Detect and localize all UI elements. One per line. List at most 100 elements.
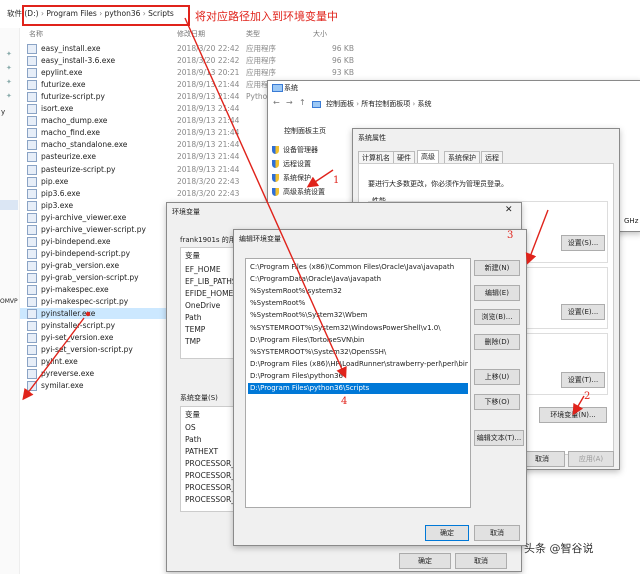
browse-button[interactable]: 浏览(B)... — [474, 309, 520, 325]
list-item[interactable]: PATHEXT — [185, 446, 218, 457]
system-title: 系统 — [284, 84, 298, 92]
file-name: macho_find.exe — [41, 128, 101, 138]
col-type[interactable]: 类型 — [246, 29, 260, 39]
nav-highlight — [0, 200, 18, 210]
system-link[interactable]: 远程设置 — [272, 159, 311, 169]
file-icon — [27, 104, 37, 115]
list-item[interactable]: PROCESSOR_I — [185, 470, 237, 481]
path-item[interactable]: D:\Program Files\python36\Scripts — [248, 383, 468, 394]
system-link[interactable]: 系统保护 — [272, 173, 311, 183]
file-row[interactable]: epylint.exe 2018/9/13 20:21 应用程序 93 KB — [20, 67, 360, 79]
file-icon — [27, 345, 37, 356]
file-icon — [27, 128, 37, 139]
file-icon — [27, 44, 37, 54]
path-item[interactable]: C:\ProgramData\Oracle\Java\javapath — [248, 274, 468, 285]
file-icon — [27, 164, 37, 175]
file-size: 93 KB — [332, 68, 354, 78]
path-item[interactable]: C:\Program Files (x86)\Common Files\Orac… — [248, 262, 468, 273]
move-down-button[interactable]: 下移(O) — [474, 394, 520, 410]
list-item[interactable]: OneDrive — [185, 300, 220, 311]
list-item[interactable]: OS — [185, 422, 196, 433]
file-row[interactable]: easy_install-3.6.exe 2018/3/20 22:42 应用程序 9… — [20, 55, 360, 67]
path-item[interactable]: D:\Program Files\TortoiseSVN\bin — [248, 335, 468, 346]
sysprops-apply-button[interactable]: 应用(A) — [568, 451, 614, 467]
file-icon — [27, 236, 37, 247]
file-icon — [27, 369, 37, 380]
list-item[interactable]: TEMP — [185, 324, 205, 335]
cp-home-link[interactable]: 控制面板主页 — [284, 126, 326, 136]
list-item[interactable]: Path — [185, 434, 201, 445]
monitor-icon — [272, 84, 283, 92]
close-icon[interactable]: ✕ — [505, 205, 513, 215]
list-item[interactable]: PROCESSOR_R — [185, 494, 240, 505]
file-name: futurize.exe — [41, 80, 86, 90]
list-item[interactable]: PROCESSOR_L — [185, 482, 239, 493]
delete-button[interactable]: 删除(D) — [474, 334, 520, 350]
file-name: easy_install-3.6.exe — [41, 56, 116, 66]
file-name: pasteurize-script.py — [41, 164, 116, 174]
editenv-ok-button[interactable]: 确定 — [425, 525, 469, 541]
file-size: 96 KB — [332, 56, 354, 66]
env-vars-button[interactable]: 环境变量(N)... — [539, 407, 607, 423]
list-item[interactable]: EFIDE_HOME — [185, 288, 233, 299]
list-item[interactable]: EF_HOME — [185, 264, 221, 275]
list-item[interactable]: TMP — [185, 336, 201, 347]
edit-text-button[interactable]: 编辑文本(T)... — [474, 430, 524, 446]
file-date: 2018/3/20 22:43 — [177, 176, 240, 186]
file-date: 2018/9/13 21:44 — [177, 164, 240, 174]
file-name: pyi-set_version.exe — [41, 333, 114, 343]
file-row[interactable]: easy_install.exe 2018/3/20 22:42 应用程序 96 KB — [20, 43, 360, 54]
file-name: pyinstaller-script.py — [41, 321, 116, 331]
cpu-unit-text: GHz — [624, 217, 639, 225]
path-item[interactable]: D:\Program Files (x86)\HP\LoadRunner\str… — [248, 359, 468, 370]
file-icon — [27, 152, 37, 163]
path-item[interactable]: %SYSTEMROOT%\System32\WindowsPowerShell\… — [248, 323, 468, 334]
edit-button[interactable]: 编辑(E) — [474, 285, 520, 301]
up-icon[interactable]: ↑ — [299, 98, 306, 107]
perf-settings-button[interactable]: 设置(S)... — [561, 235, 605, 251]
col-date[interactable]: 修改日期 — [177, 29, 205, 39]
path-item[interactable]: D:\Program Files\python36 — [248, 371, 468, 382]
col-size[interactable]: 大小 — [313, 29, 327, 39]
envvars-cancel-button[interactable]: 取消 — [455, 553, 507, 569]
file-icon — [27, 80, 37, 91]
nav-pane: ✦ ✦ ✦ ✦ y OMVP — [0, 28, 20, 574]
path-highlight-box — [22, 5, 190, 26]
list-item[interactable]: EF_LIB_PATHS — [185, 276, 237, 287]
advanced-settings-link[interactable]: 高级系统设置 — [272, 187, 325, 197]
file-name: pasteurize.exe — [41, 152, 96, 162]
system-link[interactable]: 设备管理器 — [272, 145, 318, 155]
envvars-ok-button[interactable]: 确定 — [399, 553, 451, 569]
move-up-button[interactable]: 上移(U) — [474, 369, 520, 385]
tab-advanced[interactable]: 高级 — [417, 150, 439, 164]
forward-icon[interactable]: → — [286, 98, 293, 107]
file-date: 2018/9/13 21:44 — [177, 140, 240, 150]
shield-icon — [272, 174, 279, 182]
annotation-step4: 4 — [341, 396, 348, 407]
nav-glyph: y — [1, 108, 6, 116]
col-header: 变量 — [185, 410, 200, 419]
path-item[interactable]: %SystemRoot%\system32 — [248, 286, 468, 297]
column-header: 名称 修改日期 类型 大小 — [20, 28, 640, 40]
address-bar[interactable]: 软件 (D:) › Program Files › python36 › Scr… — [0, 5, 640, 26]
profile-settings-button[interactable]: 设置(E)... — [561, 304, 605, 320]
file-type: Pytho — [246, 92, 268, 102]
list-item[interactable]: Path — [185, 312, 201, 323]
col-name[interactable]: 名称 — [29, 29, 43, 39]
new-button[interactable]: 新建(N) — [474, 260, 520, 276]
file-type: 应用程序 — [246, 44, 276, 53]
col-header: 变量 — [185, 251, 200, 260]
path-item[interactable]: %SystemRoot% — [248, 298, 468, 309]
file-icon — [27, 140, 37, 151]
back-icon[interactable]: ← — [273, 98, 280, 107]
editenv-title: 编辑环境变量 — [239, 235, 281, 243]
cp-breadcrumb[interactable]: 控制面板 › 所有控制面板项 › 系统 — [326, 99, 432, 109]
list-item[interactable]: PROCESSOR_A — [185, 458, 240, 469]
path-item[interactable]: %SYSTEMROOT%\System32\OpenSSH\ — [248, 347, 468, 358]
startup-settings-button[interactable]: 设置(T)... — [561, 372, 605, 388]
envvars-title: 环境变量 — [172, 208, 200, 216]
editenv-cancel-button[interactable]: 取消 — [474, 525, 520, 541]
path-item[interactable]: %SystemRoot%\System32\Wbem — [248, 310, 468, 321]
file-name: isort.exe — [41, 104, 74, 114]
pin-icon: ✦ — [6, 78, 12, 86]
